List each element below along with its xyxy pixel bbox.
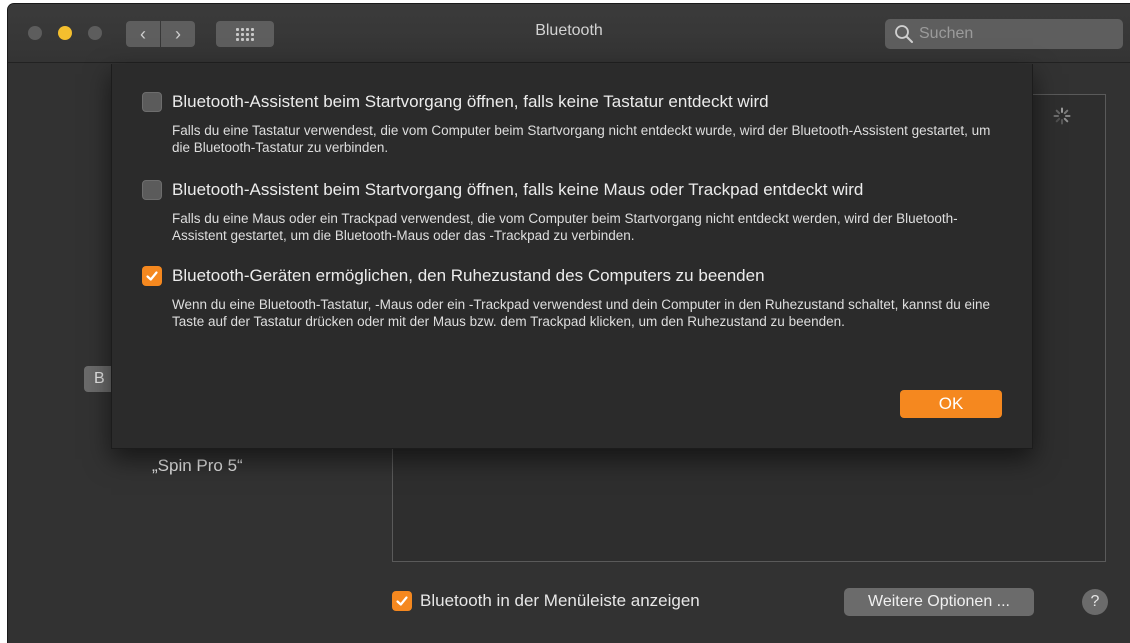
checkmark-icon [146,271,158,281]
option-label: Bluetooth-Assistent beim Startvorgang öf… [172,92,769,111]
option-label: Bluetooth-Assistent beim Startvorgang öf… [172,180,864,199]
search-placeholder: Suchen [919,25,974,42]
more-options-button[interactable]: Weitere Optionen ... [844,588,1034,616]
option-description: Falls du eine Tastatur verwendest, die v… [172,123,991,155]
search-field[interactable]: Suchen [885,19,1123,49]
option-label: Bluetooth-Geräten ermöglichen, den Ruhez… [172,266,765,285]
checkmark-icon [396,596,408,606]
computer-name: „Spin Pro 5“ [152,456,243,475]
ok-label: OK [938,394,964,413]
option-mouse-assistant: Bluetooth-Assistent beim Startvorgang öf… [142,180,992,244]
search-icon [895,25,913,43]
bluetooth-toggle-label: B [94,370,105,387]
wake-computer-checkbox[interactable] [142,266,162,286]
question-mark-icon: ? [1090,593,1100,610]
ok-button[interactable]: OK [900,390,1002,418]
option-description: Wenn du eine Bluetooth-Tastatur, -Maus o… [172,297,990,329]
option-description: Falls du eine Maus oder ein Trackpad ver… [172,211,958,243]
option-keyboard-assistant: Bluetooth-Assistent beim Startvorgang öf… [142,92,992,156]
more-options-label: Weitere Optionen ... [868,593,1010,610]
advanced-options-sheet: Bluetooth-Assistent beim Startvorgang öf… [111,64,1033,449]
title-bar: ‹ › Bluetooth Suchen [8,4,1130,63]
help-button[interactable]: ? [1082,589,1108,615]
show-in-menubar-label: Bluetooth in der Menüleiste anzeigen [420,591,700,610]
option-wake-computer: Bluetooth-Geräten ermöglichen, den Ruhez… [142,266,992,330]
mouse-assistant-checkbox[interactable] [142,180,162,200]
show-in-menubar-option[interactable]: Bluetooth in der Menüleiste anzeigen [392,591,700,611]
keyboard-assistant-checkbox[interactable] [142,92,162,112]
show-in-menubar-checkbox[interactable] [392,591,412,611]
preferences-window: ‹ › Bluetooth Suchen B „Spin Pro 5“ Blue… [8,4,1130,643]
loading-spinner-icon [1053,107,1071,125]
